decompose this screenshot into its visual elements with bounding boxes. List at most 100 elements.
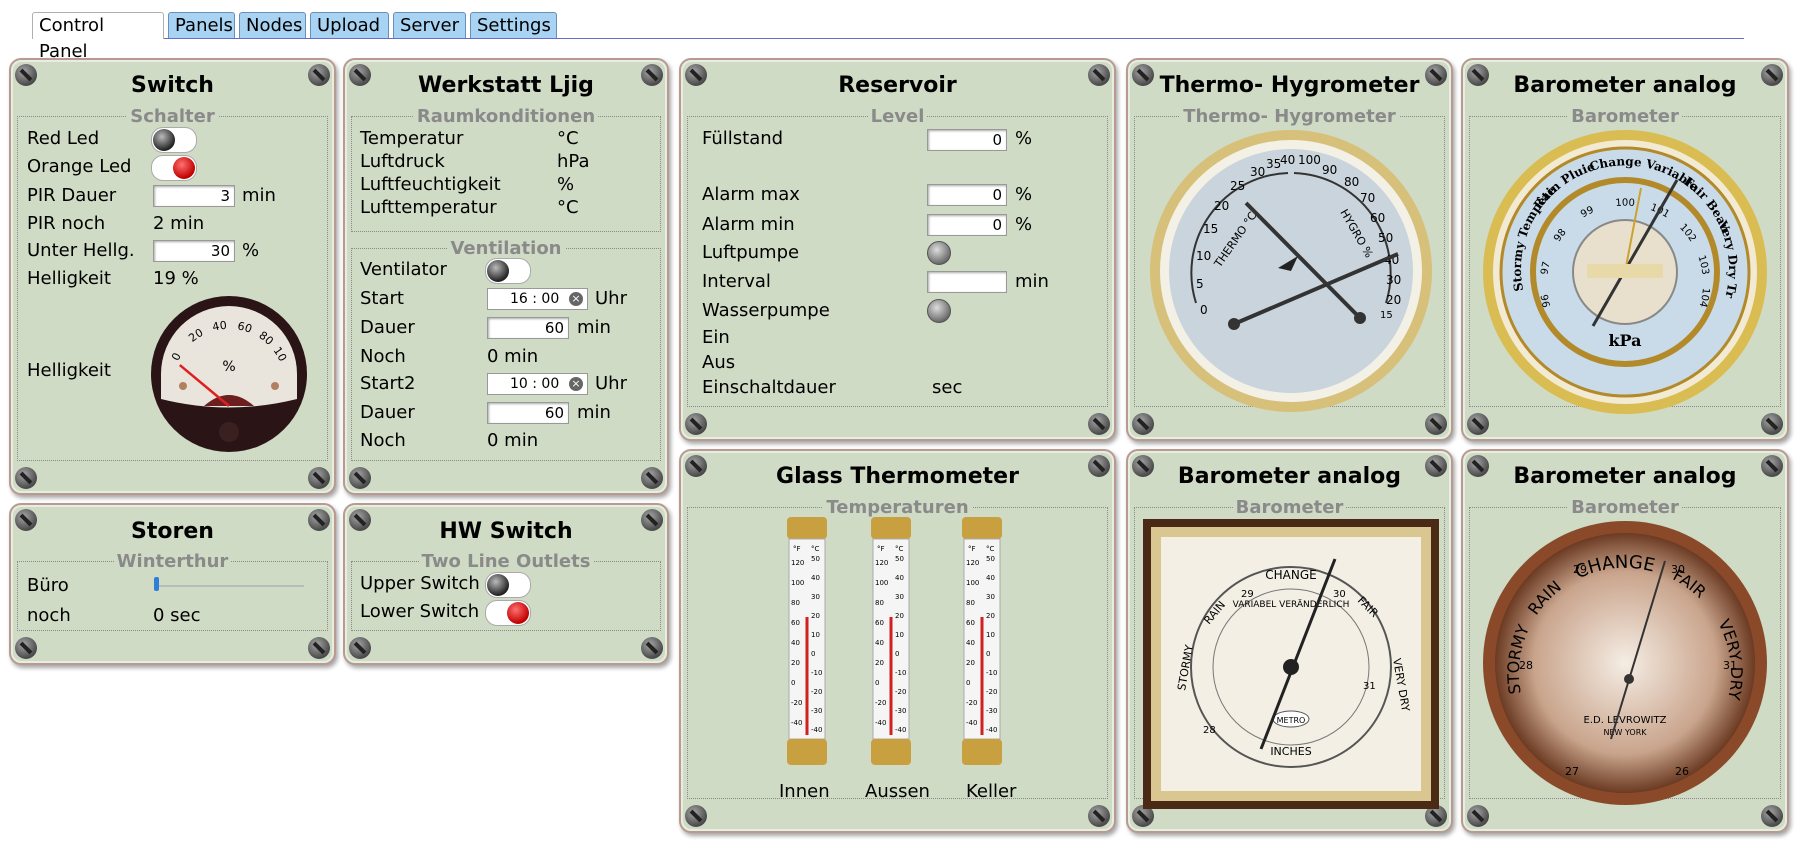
start-time-input[interactable]: 16 : 00 × [487, 288, 588, 310]
barometer-unit: INCHES [1270, 745, 1311, 758]
celsius-tick: 10 [986, 631, 995, 639]
fahrenheit-tick: -40 [791, 719, 802, 727]
temp-tick: 15 [1203, 222, 1218, 236]
group-legend: Ventilation [447, 238, 565, 259]
helligkeit-gauge-label: Helligkeit [27, 360, 111, 381]
lufttemperatur-label: Lufttemperatur [360, 197, 497, 218]
group-legend: Winterthur [113, 551, 232, 572]
pir-noch-value: 2 min [153, 213, 205, 234]
wasserpumpe-indicator [927, 299, 951, 323]
panel-title: Glass Thermometer [776, 464, 1019, 489]
barometer-analog-panel-3: Barometer analog Barometer STORMY RAIN C… [1461, 449, 1789, 833]
group-legend: Temperaturen [823, 497, 972, 518]
fuellstand-input[interactable]: 0 [927, 129, 1007, 151]
glass-thermometer: °F °C120100806040200-20-4050403020100-10-… [787, 517, 827, 765]
fahrenheit-tick: 120 [966, 559, 979, 567]
group-legend: Thermo- Hygrometer [1180, 106, 1399, 127]
noch2-label: Noch [360, 430, 406, 451]
pir-dauer-unit: min [242, 185, 276, 206]
glass-thermometer: °F °C120100806040200-20-4050403020100-10-… [871, 517, 911, 765]
fuellstand-label: Füllstand [702, 128, 784, 149]
clear-icon[interactable]: × [569, 377, 583, 391]
aussen-label: Aussen [865, 781, 930, 802]
tab-panels[interactable]: Panels [168, 12, 235, 38]
start2-time-value: 10 : 00 [510, 376, 560, 392]
storen-panel: Storen Winterthur Büro noch 0 sec [9, 503, 336, 665]
barometer-center: VARIABEL VERÄNDERLICH [1233, 599, 1350, 610]
celsius-tick: 50 [811, 555, 820, 563]
screw-icon [1467, 413, 1489, 435]
noch2-value: 0 min [487, 430, 539, 451]
switch-panel: Switch Schalter Red Led Orange Led PIR D… [9, 58, 336, 495]
barometer-analog-panel-2: Barometer analog Barometer CHANGE RAIN S… [1126, 449, 1453, 833]
fahrenheit-tick: 0 [875, 679, 879, 687]
helligkeit-gauge: 0 20 40 60 80 100 % [149, 294, 307, 452]
ventilator-toggle[interactable] [485, 258, 531, 284]
celsius-tick: 30 [895, 593, 904, 601]
tab-nodes[interactable]: Nodes [239, 12, 306, 38]
hygro-tick: 90 [1322, 163, 1337, 177]
fahrenheit-tick: 20 [791, 659, 800, 667]
dauer-input[interactable]: 60 [487, 317, 569, 339]
celsius-tick: -10 [895, 669, 906, 677]
buero-slider-track[interactable] [154, 585, 304, 587]
tab-server[interactable]: Server [393, 12, 466, 38]
fahrenheit-tick: -40 [966, 719, 977, 727]
fahrenheit-tick: -20 [966, 699, 977, 707]
reservoir-panel: Reservoir Level Füllstand 0 % Alarm max … [679, 58, 1116, 441]
barometer-tick: 29 [1241, 589, 1254, 600]
interval-input[interactable] [927, 271, 1007, 293]
einschaltdauer-label: Einschaltdauer [702, 377, 836, 398]
buero-label: Büro [27, 575, 69, 596]
start2-time-input[interactable]: 10 : 00 × [487, 373, 588, 395]
screw-icon [1088, 805, 1110, 827]
fahrenheit-tick: 120 [791, 559, 804, 567]
noch-label: Noch [360, 346, 406, 367]
helligkeit-value: 19 % [153, 268, 199, 289]
celsius-tick: -20 [811, 688, 822, 696]
tab-settings[interactable]: Settings [470, 12, 557, 38]
temp-tick: 25 [1230, 179, 1245, 193]
pir-dauer-input[interactable]: 3 [153, 185, 235, 207]
red-led-toggle[interactable] [151, 127, 197, 153]
unter-hellg-label: Unter Hellg. [27, 240, 135, 261]
panel-title: Werkstatt Ljig [418, 73, 594, 98]
dauer2-input[interactable]: 60 [487, 402, 569, 424]
dauer-label: Dauer [360, 317, 415, 338]
barometer-gauge-1: Stormy Tempête Rain Pluie Change Variabl… [1481, 128, 1767, 414]
celsius-tick: 30 [986, 593, 995, 601]
start-label: Start [360, 288, 404, 309]
orange-led-toggle[interactable] [151, 155, 197, 181]
barometer-tick: 31 [1363, 681, 1376, 692]
tab-bar: Control Panel Panels Nodes Upload Server… [32, 12, 1744, 62]
hygro-tick: 80 [1344, 175, 1359, 189]
celsius-tick: 0 [811, 650, 815, 658]
tab-control-panel[interactable]: Control Panel [32, 12, 164, 62]
buero-slider-handle[interactable] [154, 577, 159, 591]
alarm-min-input[interactable]: 0 [927, 214, 1007, 236]
lower-switch-toggle[interactable] [485, 600, 531, 626]
unit-c: °C [986, 545, 995, 553]
barometer-tick: 30 [1333, 589, 1346, 600]
group-legend: Barometer [1568, 497, 1682, 518]
upper-switch-label: Upper Switch [360, 573, 480, 594]
barometer-tick: 30 [1671, 563, 1685, 576]
dauer2-label: Dauer [360, 402, 415, 423]
tab-upload[interactable]: Upload [310, 12, 389, 38]
celsius-tick: -20 [895, 688, 906, 696]
upper-switch-toggle[interactable] [485, 572, 531, 598]
noch-value: 0 min [487, 346, 539, 367]
unter-hellg-unit: % [242, 240, 260, 261]
celsius-tick: 20 [895, 612, 904, 620]
red-led-label: Red Led [27, 128, 100, 149]
celsius-tick: 10 [895, 631, 904, 639]
alarm-max-input[interactable]: 0 [927, 184, 1007, 206]
fahrenheit-tick: 40 [966, 639, 975, 647]
fahrenheit-tick: 20 [966, 659, 975, 667]
fahrenheit-tick: 80 [791, 599, 800, 607]
fahrenheit-tick: 120 [875, 559, 888, 567]
dauer-unit: min [577, 317, 611, 338]
unter-hellg-input[interactable]: 30 [153, 240, 235, 262]
clear-icon[interactable]: × [569, 292, 583, 306]
barometer-unit: kPa [1608, 331, 1641, 350]
